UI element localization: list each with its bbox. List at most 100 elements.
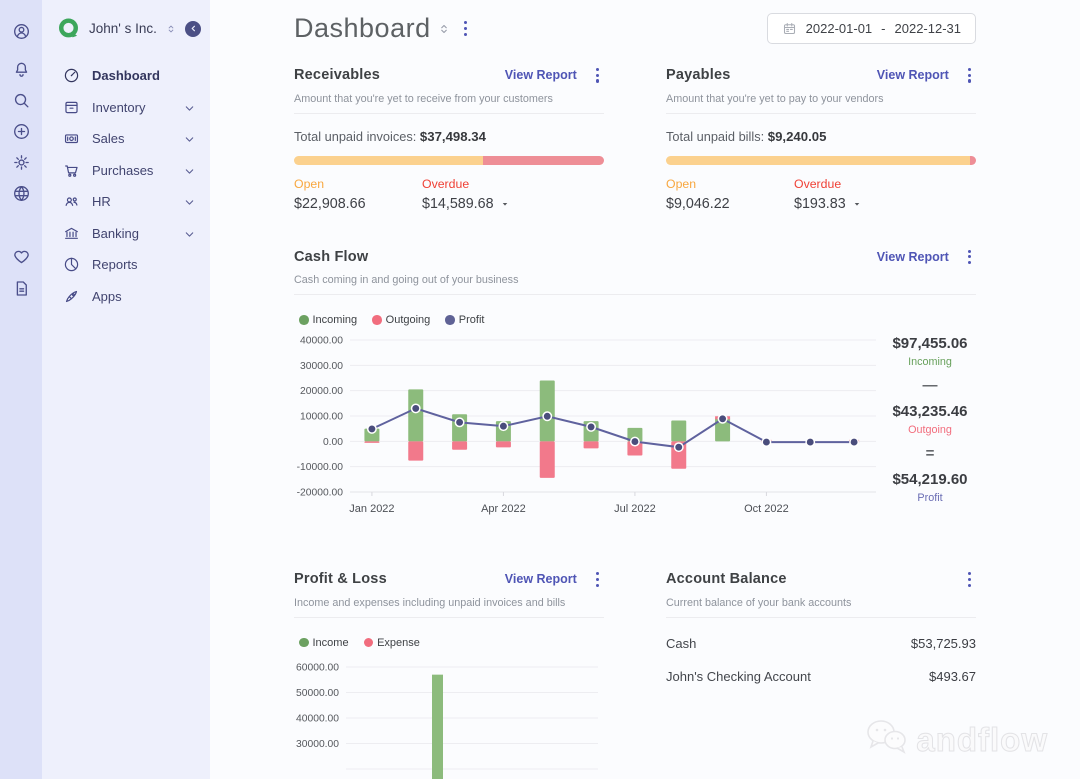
receivables-total-value: $37,498.34 [419,128,486,144]
sidebar-item-purchases[interactable]: Purchases [42,155,210,187]
profit-loss-kebab-menu[interactable] [591,569,604,590]
receivables-open-segment [294,155,484,165]
receivables-open-value: $22,908.66 [294,195,366,212]
svg-text:30000.00: 30000.00 [300,361,343,372]
sidebar-item-hr[interactable]: HR [42,186,210,218]
legend-item-expense: Expense [363,637,420,649]
receivables-progress-bar [294,155,604,165]
date-end: 2022-12-31 [894,21,962,36]
cashflow-kebab-menu[interactable] [963,247,976,268]
date-separator: - [881,21,886,36]
chevron-down-icon [184,228,195,239]
page-kebab-menu[interactable] [459,18,472,39]
document-icon[interactable] [12,279,31,298]
sidebar-item-label: Sales [92,131,125,147]
dashboard-switch-icon[interactable] [438,21,450,37]
svg-text:40000.00: 40000.00 [296,713,339,724]
sidebar-item-apps[interactable]: Apps [42,281,210,313]
globe-icon[interactable] [12,184,31,203]
main-content: Dashboard 2022-01-01 - 2022-12-31 Receiv… [210,0,1080,779]
legend-item-outgoing: Outgoing [372,314,430,326]
payables-open-segment [666,155,970,165]
reports-icon [63,256,80,273]
chevron-down-icon [184,165,195,176]
svg-text:0.00: 0.00 [323,437,343,448]
payables-total-value: $9,240.05 [767,128,827,144]
payables-overdue-value: $193.83 [794,195,846,212]
chevron-down-icon [184,196,195,207]
svg-text:50000.00: 50000.00 [296,688,339,699]
profit-loss-title: Profit & Loss [294,571,387,588]
bell-icon[interactable] [12,60,31,79]
overdue-dropdown-caret[interactable] [852,199,862,209]
payables-view-report-link[interactable]: View Report [877,68,949,82]
receivables-subtitle: Amount that you're yet to receive from y… [294,92,553,105]
org-switch-icon[interactable] [166,22,176,36]
svg-text:Oct 2022: Oct 2022 [744,503,789,515]
cashflow-subtitle: Cash coming in and going out of your bus… [294,274,519,287]
overdue-dropdown-caret[interactable] [500,199,510,209]
sidebar: John' s Inc. Dashboard Inventory Sales Purc… [42,0,210,779]
account-balance-rows: Cash $53,725.93 John's Checking Account $49… [666,636,976,684]
account-icon[interactable] [12,22,31,41]
svg-text:30000.00: 30000.00 [296,739,339,750]
payables-card: Payables View Report Amount that you're … [666,65,976,212]
receivables-overdue: Overdue $14,589.68 [422,177,510,212]
account-balance-subtitle: Current balance of your bank accounts [666,596,852,609]
org-selector[interactable]: John' s Inc. [42,17,210,40]
profit-loss-subtitle: Income and expenses including unpaid inv… [294,596,566,609]
svg-text:40000.00: 40000.00 [300,336,343,347]
search-icon[interactable] [12,91,31,110]
minus-operator: — [922,377,938,395]
cashflow-summary: $97,455.06 Incoming — $43,235.46 Outgoin… [884,330,976,522]
incoming-total: $97,455.06 [892,335,968,353]
profit-loss-legend: Income Expense [299,637,604,649]
account-balance-title: Account Balance [666,571,787,588]
sidebar-item-reports[interactable]: Reports [42,249,210,281]
sidebar-item-label: Reports [92,257,138,273]
chevron-down-icon [184,102,195,113]
purchases-icon [63,162,80,179]
sidebar-item-inventory[interactable]: Inventory [42,92,210,124]
sidebar-item-label: Inventory [92,99,146,115]
svg-text:Apr 2022: Apr 2022 [481,503,526,515]
cashflow-card: Cash Flow View Report Cash coming in and… [294,247,976,523]
payables-title: Payables [666,67,731,84]
cashflow-view-report-link[interactable]: View Report [877,250,949,264]
cashflow-title: Cash Flow [294,248,369,265]
sidebar-item-label: Purchases [92,162,154,178]
account-balance-kebab-menu[interactable] [963,569,976,590]
plus-icon[interactable] [12,122,31,141]
sales-icon [63,130,80,147]
collapse-sidebar-button[interactable] [185,20,201,37]
org-logo-icon [57,17,80,40]
receivables-kebab-menu[interactable] [591,65,604,86]
sidebar-item-dashboard[interactable]: Dashboard [42,60,210,92]
receivables-overdue-segment [483,155,604,165]
sidebar-item-sales[interactable]: Sales [42,123,210,155]
date-range-picker[interactable]: 2022-01-01 - 2022-12-31 [766,13,976,44]
payables-progress-bar [666,155,976,165]
chevron-down-icon [184,133,195,144]
profit-loss-chart: 60000.00 50000.00 40000.00 30000.00 [294,655,604,779]
icon-rail [0,0,42,779]
top-cards-row: Receivables View Report Amount that you'… [294,65,976,212]
profit-loss-view-report-link[interactable]: View Report [505,572,577,586]
receivables-card: Receivables View Report Amount that you'… [294,65,604,212]
sidebar-item-label: Apps [92,288,122,304]
payables-overdue-segment [969,155,976,165]
dashboard-icon [63,67,80,84]
payables-kebab-menu[interactable] [963,65,976,86]
receivables-view-report-link[interactable]: View Report [505,68,577,82]
heart-icon[interactable] [12,247,31,266]
sidebar-item-label: Dashboard [92,68,160,84]
account-row: Cash $53,725.93 [666,635,976,651]
payables-overdue: Overdue $193.83 [794,177,876,212]
profit-loss-card: Profit & Loss View Report Income and exp… [294,569,604,779]
cashflow-legend: Incoming Outgoing Profit [299,314,976,326]
svg-text:10000.00: 10000.00 [300,412,343,423]
bottom-cards-row: Profit & Loss View Report Income and exp… [294,569,976,779]
svg-text:-20000.00: -20000.00 [297,488,344,499]
gear-icon[interactable] [12,153,31,172]
sidebar-item-banking[interactable]: Banking [42,218,210,250]
